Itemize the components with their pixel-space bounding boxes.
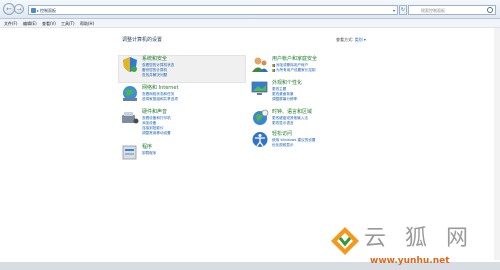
category-link[interactable]: 为所有用户设置家长控制 <box>272 68 316 72</box>
category-link[interactable]: 查找并解决问题 <box>142 73 167 77</box>
back-arrow-icon: ← <box>6 5 12 13</box>
clock-language-icon <box>253 109 269 125</box>
category-link[interactable]: 优化视频显示 <box>272 143 294 147</box>
uac-shield-icon <box>272 68 275 72</box>
category-link[interactable]: 卸载程序 <box>142 151 156 155</box>
search-icon[interactable] <box>487 7 493 13</box>
control-panel-icon <box>31 8 36 13</box>
menu-tools[interactable]: 工具(T) <box>61 21 75 26</box>
view-by-dropdown[interactable]: 类别 ▾ <box>355 37 366 42</box>
breadcrumb-control-panel[interactable]: 控制面板 <box>40 7 56 14</box>
menu-help[interactable]: 帮助(H) <box>80 21 94 26</box>
category-programs[interactable]: 程序 卸载程序 <box>121 144 241 160</box>
category-link[interactable]: 调整常用移动设置 <box>142 131 171 135</box>
category-link[interactable]: 使用 Windows 建议的设置 <box>272 138 315 142</box>
category-title[interactable]: 系统和安全 <box>142 56 167 62</box>
uac-shield-icon <box>272 63 275 67</box>
watermark-text: 云 狐 网 <box>364 226 474 251</box>
network-internet-icon <box>123 86 137 101</box>
system-security-icon <box>123 57 137 72</box>
category-title[interactable]: 程序 <box>142 144 152 150</box>
category-link[interactable]: 更改桌面背景 <box>272 92 294 96</box>
category-link-text: 为所有用户设置家长控制 <box>276 68 316 72</box>
category-link[interactable]: 调整屏幕分辨率 <box>272 97 297 101</box>
category-title[interactable]: 外观和个性化 <box>272 80 302 86</box>
breadcrumb-separator-icon: ▸ <box>37 8 40 13</box>
watermark-logo-icon <box>331 227 359 255</box>
category-link[interactable]: 选择家庭组和共享选项 <box>142 97 178 101</box>
ease-of-access-icon <box>252 132 268 147</box>
menu-bar: 文件(F) 编辑(E) 查看(V) 工具(T) 帮助(H) <box>0 19 500 28</box>
category-link-text: 添加或删除用户帐户 <box>276 63 309 67</box>
category-link[interactable]: 更改主题 <box>272 87 286 91</box>
category-link[interactable]: 查看您的计算机状态 <box>142 63 174 67</box>
category-title[interactable]: 用户帐户和家庭安全 <box>272 56 317 62</box>
category-link[interactable]: 添加设备 <box>142 121 156 125</box>
category-link[interactable]: 连接到投影仪 <box>142 126 164 130</box>
category-appearance[interactable]: 外观和个性化 更改主题 更改桌面背景 调整屏幕分辨率 <box>251 80 371 106</box>
category-ease-of-access[interactable]: 轻松访问 使用 Windows 建议的设置 优化视频显示 <box>251 131 371 153</box>
menu-edit[interactable]: 编辑(E) <box>23 21 37 26</box>
address-bar-region: ← → ▸ 控制面板 ▾ ↻ 搜索控制面板 <box>0 0 500 19</box>
view-by: 查看方式: 类别 ▾ <box>336 37 366 43</box>
watermark: 云 狐 网 www.yunhu.net <box>330 222 500 270</box>
forward-button[interactable]: → <box>14 4 24 14</box>
category-title[interactable]: 时钟、语言和区域 <box>272 109 312 115</box>
view-by-label: 查看方式: <box>336 37 354 42</box>
category-user-accounts[interactable]: 用户帐户和家庭安全 添加或删除用户帐户 为所有用户设置家长控制 <box>251 56 371 78</box>
category-hardware-sound[interactable]: 硬件和声音 查看设备和打印机 添加设备 连接到投影仪 调整常用移动设置 <box>121 109 241 139</box>
refresh-button[interactable]: ↻ <box>399 5 407 15</box>
category-network-internet[interactable]: 网络和 Internet 查看网络状态和任务 选择家庭组和共享选项 <box>121 85 241 107</box>
category-title[interactable]: 轻松访问 <box>272 131 292 137</box>
page-title: 调整计算机的设置 <box>122 37 163 43</box>
menu-view[interactable]: 查看(V) <box>42 21 56 26</box>
search-input[interactable]: 搜索控制面板 <box>408 5 496 15</box>
category-link[interactable]: 更改显示语言 <box>272 121 294 125</box>
search-placeholder: 搜索控制面板 <box>421 8 445 13</box>
category-clock-language[interactable]: 时钟、语言和区域 更改键盘或其他输入法 更改显示语言 <box>251 109 371 131</box>
category-link[interactable]: 更改键盘或其他输入法 <box>272 116 308 120</box>
category-link[interactable]: 备份您的计算机 <box>142 68 167 72</box>
category-link[interactable]: 添加或删除用户帐户 <box>272 63 308 67</box>
address-dropdown-icon[interactable]: ▾ <box>393 7 395 14</box>
category-link[interactable]: 查看设备和打印机 <box>142 116 171 120</box>
category-title[interactable]: 硬件和声音 <box>142 109 167 115</box>
address-field[interactable]: ▸ 控制面板 ▾ <box>28 5 398 15</box>
category-link[interactable]: 查看网络状态和任务 <box>142 92 174 96</box>
category-system-security[interactable]: 系统和安全 查看您的计算机状态 备份您的计算机 查找并解决问题 <box>121 56 241 82</box>
appearance-icon <box>251 81 268 95</box>
menu-file[interactable]: 文件(F) <box>4 21 17 26</box>
programs-icon <box>122 145 137 160</box>
watermark-url: www.yunhu.net <box>370 256 450 266</box>
category-title[interactable]: 网络和 Internet <box>142 85 178 91</box>
hardware-sound-icon <box>122 112 139 124</box>
forward-arrow-icon: → <box>16 6 22 13</box>
user-accounts-icon <box>252 57 268 72</box>
